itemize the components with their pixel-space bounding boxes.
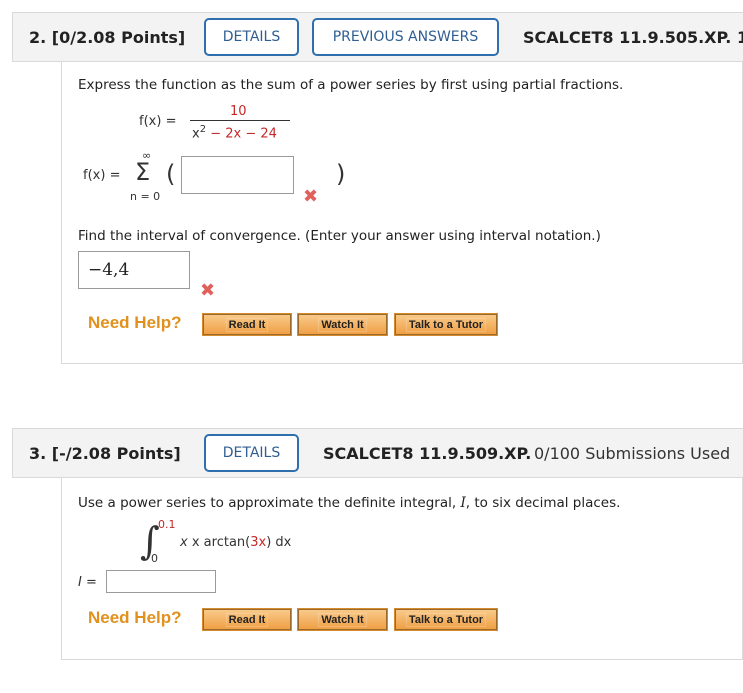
- q2-details-button[interactable]: DETAILS: [204, 18, 299, 56]
- q2-fraction-bar: [190, 120, 290, 121]
- q2-numerator: 10: [230, 104, 247, 119]
- q2-header: 2. [0/2.08 Points] DETAILS PREVIOUS ANSW…: [12, 12, 743, 62]
- q2-fx-label: f(x) =: [139, 114, 177, 129]
- q3-need-help: Need Help?: [88, 608, 182, 627]
- q3-code: SCALCET8 11.9.509.XP.: [323, 444, 532, 463]
- q2-need-help: Need Help?: [88, 313, 182, 332]
- q3-title: 3. [-/2.08 Points]: [29, 444, 181, 463]
- q2-paren-close: ): [336, 160, 346, 188]
- q2-sum-symbol: Σ: [135, 158, 151, 186]
- q3-submissions: 0/100 Submissions Used: [534, 444, 731, 463]
- q2-previous-answers-button[interactable]: PREVIOUS ANSWERS: [312, 18, 499, 56]
- q3-details-button[interactable]: DETAILS: [204, 434, 299, 472]
- q2-title: 2. [0/2.08 Points]: [29, 28, 186, 47]
- q3-answer-input[interactable]: [106, 570, 216, 593]
- q3-i-label: I =: [78, 575, 97, 590]
- q2-interval-input[interactable]: −4,4: [78, 251, 190, 289]
- q2-series-input[interactable]: [181, 156, 294, 194]
- q2-paren-open: (: [166, 160, 176, 188]
- q2-sum-lower: n = 0: [130, 190, 161, 203]
- q2-watch-it-button[interactable]: Watch It: [297, 313, 388, 336]
- q2-talk-tutor-button[interactable]: Talk to a Tutor: [394, 313, 498, 336]
- q2-interval-prompt: Find the interval of convergence. (Enter…: [78, 228, 601, 244]
- q2-code: SCALCET8 11.9.505.XP. 1: [523, 28, 743, 47]
- q3-lower-limit: 0: [151, 552, 158, 565]
- q3-header: 3. [-/2.08 Points] DETAILS SCALCET8 11.9…: [12, 428, 743, 478]
- q3-talk-tutor-button[interactable]: Talk to a Tutor: [394, 608, 498, 631]
- q2-read-it-button[interactable]: Read It: [202, 313, 292, 336]
- q2-denominator: x2 − 2x − 24: [192, 124, 277, 142]
- q3-upper-limit: 0.1: [158, 518, 176, 531]
- q3-watch-it-button[interactable]: Watch It: [297, 608, 388, 631]
- q2-series-wrong-icon: ✖: [303, 186, 319, 207]
- q3-integrand: x x arctan(3x) dx: [180, 535, 292, 550]
- q3-prompt: Use a power series to approximate the de…: [78, 495, 621, 511]
- q2-interval-wrong-icon: ✖: [200, 280, 216, 301]
- q2-prompt: Express the function as the sum of a pow…: [78, 77, 624, 93]
- q3-read-it-button[interactable]: Read It: [202, 608, 292, 631]
- q2-fx-label-2: f(x) =: [83, 168, 121, 183]
